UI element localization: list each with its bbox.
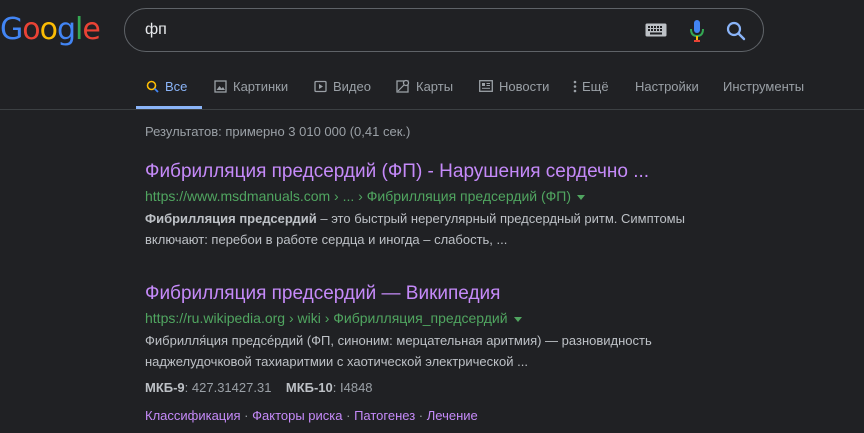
- sitelink-pathogenesis[interactable]: Патогенез: [354, 408, 415, 423]
- sitelinks: Классификация · Факторы риска · Патогене…: [145, 408, 478, 423]
- meta-key: МКБ-9: [145, 380, 185, 395]
- logo-letter-g: G: [0, 12, 23, 47]
- tab-more[interactable]: Ещё: [573, 70, 609, 109]
- tab-tools[interactable]: Инструменты: [723, 70, 804, 109]
- chevron-down-icon[interactable]: [577, 194, 586, 200]
- keyboard-icon[interactable]: [645, 23, 667, 37]
- news-icon: [479, 80, 493, 93]
- search-input[interactable]: [145, 19, 625, 41]
- tab-label: Карты: [416, 79, 454, 94]
- search-tabs: Все Картинки Видео Карты Новости Ещё Нас…: [0, 70, 864, 110]
- tab-label: Все: [165, 79, 188, 94]
- image-icon: [214, 79, 227, 93]
- result-url[interactable]: https://www.msdmanuals.com › ... › Фибри…: [145, 186, 705, 206]
- snippet-text: Фибрилля́ция предсе́рдий (ФП, синоним: м…: [145, 333, 652, 369]
- video-icon: [314, 80, 327, 92]
- chevron-down-icon[interactable]: [513, 316, 522, 322]
- result-url[interactable]: https://ru.wikipedia.org › wiki › Фибрил…: [145, 308, 705, 328]
- tab-maps[interactable]: Карты: [396, 70, 453, 109]
- search-icon: [146, 80, 159, 93]
- meta-value: : I4848: [332, 380, 373, 395]
- tab-label: Настройки: [635, 79, 699, 94]
- logo-letter-g2: g: [56, 12, 76, 47]
- results-count: Результатов: примерно 3 010 000 (0,41 се…: [145, 124, 411, 139]
- tab-label: Видео: [333, 79, 371, 94]
- search-box[interactable]: [124, 8, 764, 52]
- tab-images[interactable]: Картинки: [214, 70, 288, 109]
- logo-letter-e: e: [82, 12, 100, 47]
- map-icon: [396, 79, 410, 93]
- result-snippet: Фибрилляция предсердий – это быстрый нер…: [145, 208, 705, 250]
- result-title-link[interactable]: Фибрилляция предсердий — Википедия: [145, 282, 705, 306]
- mic-icon[interactable]: [689, 19, 705, 43]
- tab-label: Инструменты: [723, 79, 805, 94]
- result-snippet: Фибрилля́ция предсе́рдий (ФП, синоним: м…: [145, 330, 705, 372]
- result-url-text: https://ru.wikipedia.org › wiki › Фибрил…: [145, 310, 508, 326]
- logo-letter-o2: o: [39, 12, 58, 47]
- tab-settings[interactable]: Настройки: [635, 70, 699, 109]
- snippet-highlight: Фибрилляция предсердий: [145, 211, 317, 226]
- meta-value: : 427.31427.31: [184, 380, 272, 395]
- more-vert-icon: [573, 80, 577, 92]
- logo-letter-l: l: [75, 12, 83, 47]
- sitelink-risk-factors[interactable]: Факторы риска: [252, 408, 342, 423]
- result-url-text: https://www.msdmanuals.com › ... › Фибри…: [145, 188, 572, 204]
- tab-all[interactable]: Все: [136, 70, 202, 109]
- google-logo[interactable]: Google: [0, 12, 101, 47]
- header: Google: [0, 0, 864, 70]
- tab-video[interactable]: Видео: [314, 70, 371, 109]
- meta-key: МКБ-10: [285, 380, 333, 395]
- tab-label: Новости: [499, 79, 550, 94]
- logo-letter-o1: o: [22, 12, 40, 47]
- sitelink-treatment[interactable]: Лечение: [427, 408, 478, 423]
- tab-label: Картинки: [233, 79, 289, 94]
- sitelink-classification[interactable]: Классификация: [145, 408, 241, 423]
- search-icon[interactable]: [725, 20, 747, 42]
- search-result: Фибрилляция предсердий — Википедия https…: [145, 282, 705, 426]
- tab-label: Ещё: [582, 79, 609, 94]
- result-title-link[interactable]: Фибрилляция предсердий (ФП) - Нарушения …: [145, 160, 705, 184]
- result-meta: МКБ-9: 427.31427.31 МКБ-10: I4848: [145, 378, 705, 398]
- search-result: Фибрилляция предсердий (ФП) - Нарушения …: [145, 160, 705, 250]
- tab-news[interactable]: Новости: [479, 70, 549, 109]
